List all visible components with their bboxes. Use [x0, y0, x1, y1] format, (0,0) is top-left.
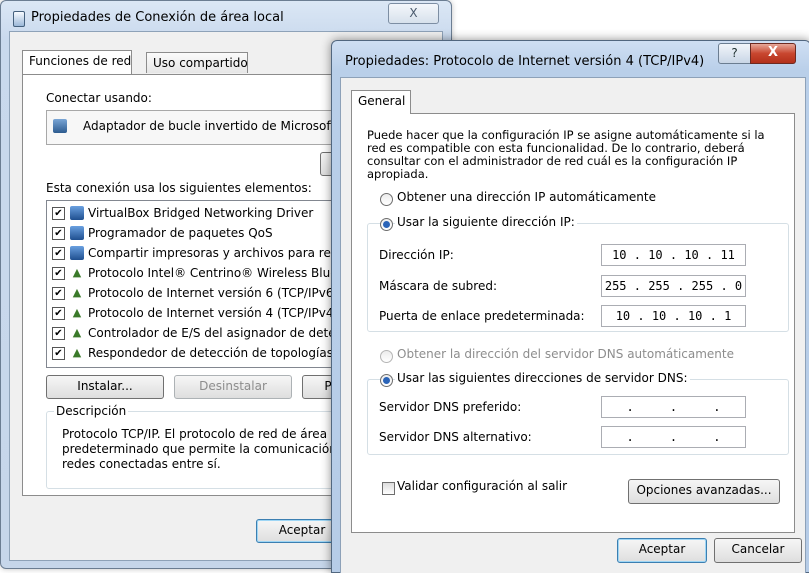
list-item[interactable]: ✔ Compartir impresoras y archivos para r… [52, 244, 348, 263]
list-item[interactable]: ✔ ▲ Protocolo Intel® Centrino® Wireless … [52, 264, 348, 283]
protocol-icon: ▲ [72, 306, 82, 319]
list-item[interactable]: ✔ VirtualBox Bridged Networking Driver [52, 204, 347, 223]
validate-checkbox[interactable] [382, 482, 395, 495]
dns-manual-label: Usar las siguientes direcciones de servi… [395, 371, 690, 385]
list-item[interactable]: ✔ ▲ Protocolo de Internet versión 4 (TCP… [52, 304, 347, 323]
item-checkbox[interactable]: ✔ [52, 247, 65, 260]
item-checkbox[interactable]: ✔ [52, 207, 65, 220]
description-line: redes conectadas entre sí. [62, 457, 221, 471]
item-label: VirtualBox Bridged Networking Driver [88, 206, 314, 220]
item-label: Respondedor de detección de topologías d [88, 346, 345, 360]
dns-manual-radio[interactable] [380, 374, 393, 387]
uninstall-button[interactable]: Desinstalar [174, 375, 292, 399]
item-checkbox[interactable]: ✔ [52, 227, 65, 240]
dns-alternate-field[interactable]: . . . [601, 426, 746, 448]
intro-line: Puede hacer que la configuración IP se a… [367, 128, 765, 142]
ipv4-properties-window: Propiedades: Protocolo de Internet versi… [331, 40, 809, 573]
item-label: Compartir impresoras y archivos para red… [88, 246, 348, 260]
install-button[interactable]: Instalar... [46, 375, 164, 399]
dns-preferred-label: Servidor DNS preferido: [379, 400, 522, 414]
item-checkbox[interactable]: ✔ [52, 327, 65, 340]
advanced-options-button[interactable]: Opciones avanzadas... [628, 479, 780, 504]
description-line: Protocolo TCP/IP. El protocolo de red de… [62, 427, 350, 441]
tab-network-functions[interactable]: Funciones de red [22, 50, 132, 74]
network-client-icon [70, 206, 84, 220]
ip-address-label: Dirección IP: [379, 248, 454, 262]
gateway-field[interactable]: 10 . 10 . 10 . 1 [601, 305, 746, 327]
gateway-label: Puerta de enlace predeterminada: [379, 309, 585, 323]
dns-auto-label: Obtener la dirección del servidor DNS au… [397, 347, 734, 361]
elements-label: Esta conexión usa los siguientes element… [46, 181, 312, 195]
adapter-name: Adaptador de bucle invertido de Microsof… [83, 119, 336, 133]
ip-address-field[interactable]: 10 . 10 . 10 . 11 [601, 244, 746, 266]
close-button[interactable]: X [750, 43, 796, 64]
network-adapter-icon [53, 119, 67, 133]
network-connection-icon [13, 11, 25, 27]
dns-preferred-field[interactable]: . . . [601, 396, 746, 418]
validate-label: Validar configuración al salir [397, 479, 568, 493]
description-line: predeterminado que permite la comunicaci… [62, 442, 373, 456]
window-title: Propiedades: Protocolo de Internet versi… [345, 54, 705, 69]
dns-auto-radio[interactable] [380, 350, 393, 363]
tab-general[interactable]: General [351, 90, 411, 114]
subnet-label: Máscara de subred: [379, 279, 498, 293]
tab-sharing[interactable]: Uso compartido [146, 52, 248, 73]
dns-alternate-label: Servidor DNS alternativo: [379, 430, 532, 444]
item-label: Protocolo de Internet versión 4 (TCP/IPv… [88, 306, 339, 320]
protocol-icon: ▲ [72, 326, 82, 339]
protocol-icon: ▲ [72, 286, 82, 299]
help-button[interactable]: ? [718, 43, 751, 64]
protocol-icon: ▲ [72, 266, 82, 279]
intro-line: consultar con el administrador de red cu… [367, 154, 738, 168]
item-checkbox[interactable]: ✔ [52, 267, 65, 280]
item-label: Programador de paquetes QoS [88, 226, 273, 240]
list-item[interactable]: ✔ ▲ Controlador de E/S del asignador de … [52, 324, 348, 343]
list-item[interactable]: ✔ ▲ Protocolo de Internet versión 6 (TCP… [52, 284, 347, 303]
network-service-icon [70, 226, 84, 240]
item-label: Controlador de E/S del asignador de dete… [88, 326, 348, 340]
subnet-field[interactable]: 255 . 255 . 255 . 0 [601, 275, 746, 297]
ipv4-accept-button[interactable]: Aceptar [617, 538, 707, 563]
network-service-icon [70, 246, 84, 260]
list-item[interactable]: ✔ ▲ Respondedor de detección de topologí… [52, 344, 347, 363]
window-client-area: General Puede hacer que la configuración… [340, 77, 806, 573]
general-tab-panel: Puede hacer que la configuración IP se a… [351, 113, 795, 533]
item-checkbox[interactable]: ✔ [52, 347, 65, 360]
window-title: Propiedades de Conexión de área local [31, 10, 284, 25]
close-button[interactable]: X [388, 3, 439, 24]
intro-line: red es compatible con esta funcionalidad… [367, 141, 745, 155]
item-label: Protocolo Intel® Centrino® Wireless Blue… [88, 266, 348, 280]
intro-line: apropiada. [367, 167, 429, 181]
ip-auto-label: Obtener una dirección IP automáticamente [397, 190, 656, 204]
description-title: Descripción [54, 404, 129, 418]
adapter-box: Adaptador de bucle invertido de Microsof… [46, 110, 348, 145]
elements-list[interactable]: ✔ VirtualBox Bridged Networking Driver ✔… [46, 200, 348, 368]
item-checkbox[interactable]: ✔ [52, 287, 65, 300]
ip-auto-radio[interactable] [380, 193, 393, 206]
item-checkbox[interactable]: ✔ [52, 307, 65, 320]
ipv4-cancel-button[interactable]: Cancelar [714, 538, 802, 563]
ip-manual-radio[interactable] [380, 218, 393, 231]
connect-using-label: Conectar usando: [46, 91, 152, 105]
ip-manual-label: Usar la siguiente dirección IP: [395, 215, 577, 229]
list-item[interactable]: ✔ Programador de paquetes QoS [52, 224, 347, 243]
protocol-icon: ▲ [72, 346, 82, 359]
item-label: Protocolo de Internet versión 6 (TCP/IPv… [88, 286, 339, 300]
